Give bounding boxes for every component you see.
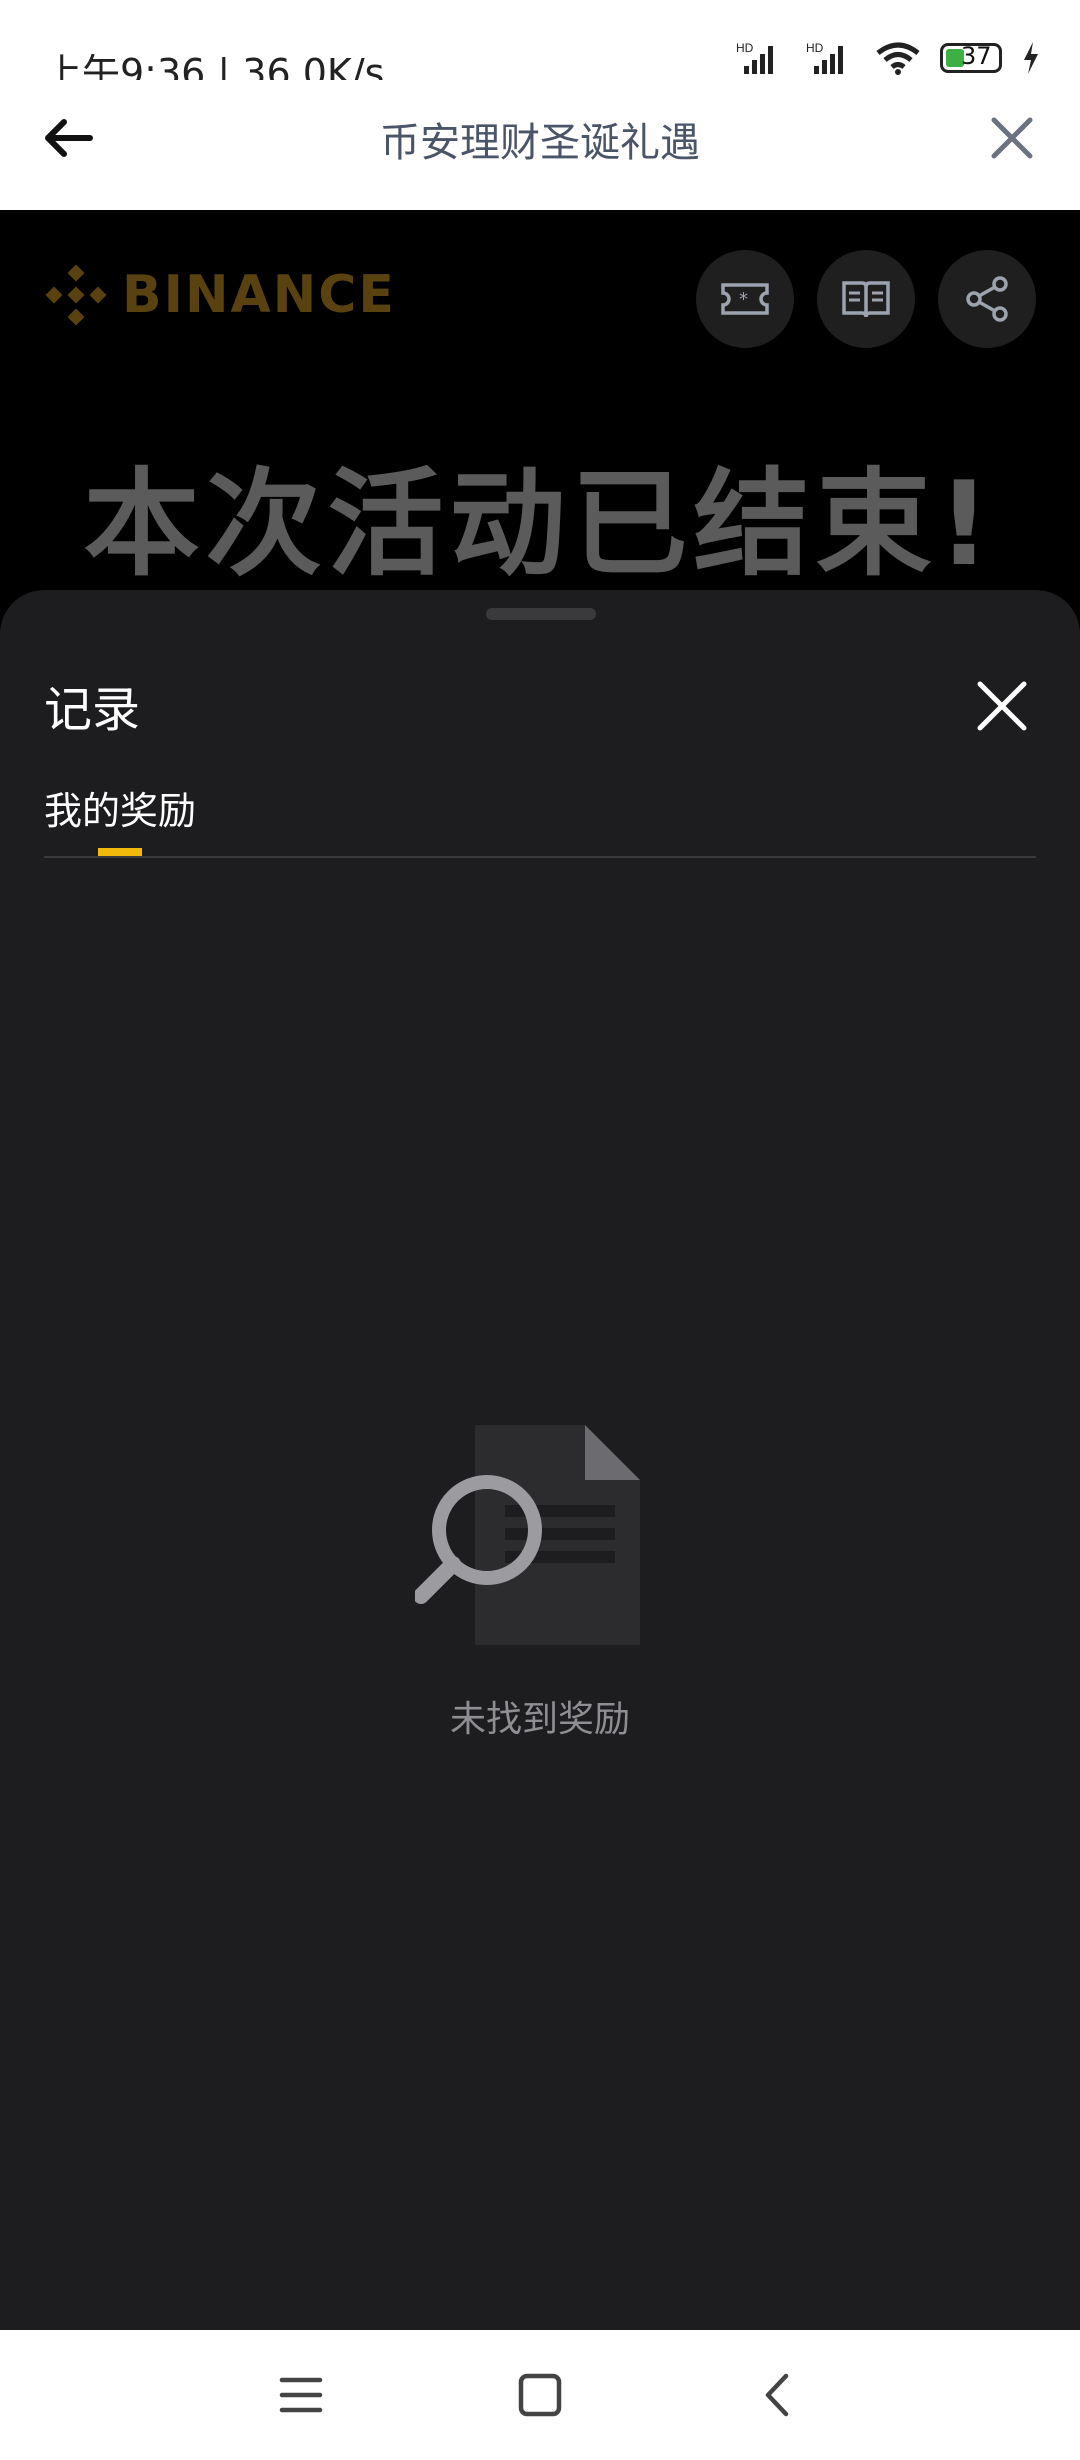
ticket-icon: * <box>721 283 769 315</box>
empty-state-text: 未找到奖励 <box>449 1699 630 1740</box>
home-icon[interactable] <box>509 2364 571 2426</box>
share-button[interactable] <box>938 250 1036 348</box>
tab-active-indicator <box>98 848 142 856</box>
battery-icon: 37 <box>940 42 1002 73</box>
wifi-icon <box>876 42 920 75</box>
binance-logo-icon <box>45 264 107 326</box>
no-results-icon <box>415 1425 640 1645</box>
page-title: 币安理财圣诞礼遇 <box>380 120 700 166</box>
book-icon <box>842 281 890 318</box>
back-icon[interactable] <box>748 2364 810 2426</box>
tab-my-rewards[interactable]: 我的奖励 <box>44 780 196 835</box>
binance-logo: BINANCE <box>44 263 396 327</box>
close-icon[interactable] <box>972 676 1032 736</box>
battery-level: 37 <box>961 42 992 70</box>
share-icon <box>966 276 1008 322</box>
ticket-button[interactable]: * <box>696 250 794 348</box>
activity-ended-headline: 本次活动已结束! <box>83 457 997 592</box>
close-icon[interactable] <box>982 108 1042 168</box>
sheet-title: 记录 <box>44 682 141 738</box>
tab-divider <box>44 856 1036 858</box>
svg-text:HD: HD <box>806 41 824 55</box>
system-nav-bar <box>0 2330 1080 2460</box>
top-navbar: 币安理财圣诞礼遇 <box>0 80 1080 210</box>
sheet-drag-handle[interactable] <box>486 608 596 620</box>
charging-icon <box>1024 42 1038 74</box>
signal-hd-icon: HD <box>806 41 843 74</box>
logo-text: BINANCE <box>122 265 396 325</box>
svg-text:*: * <box>739 289 748 310</box>
signal-hd-icon: HD <box>736 41 773 74</box>
rules-button[interactable] <box>817 250 915 348</box>
menu-icon[interactable] <box>270 2364 332 2426</box>
status-icons: HD HD 37 <box>736 40 1040 76</box>
hero-section: BINANCE * 本次活动已结束! <box>0 210 1080 610</box>
svg-text:HD: HD <box>736 41 754 55</box>
